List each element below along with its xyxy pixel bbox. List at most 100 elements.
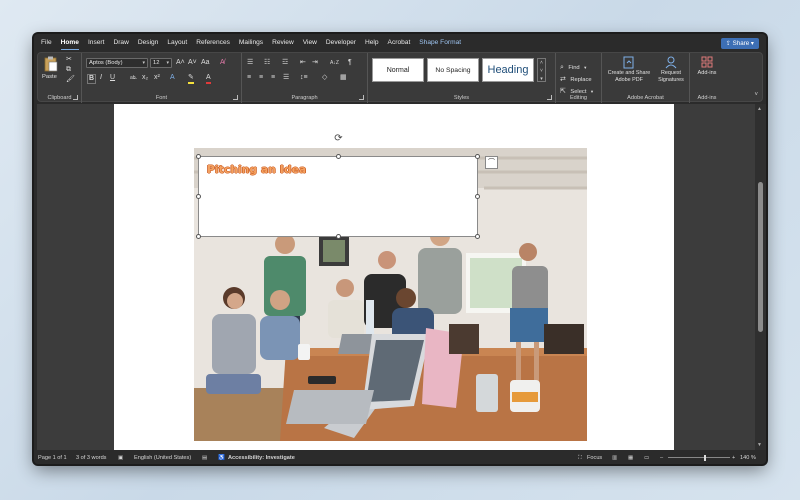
vertical-scrollbar[interactable]: ▲ ▼: [755, 104, 766, 450]
font-size-select[interactable]: 12 ▾: [150, 58, 172, 68]
page-count[interactable]: Page 1 of 1: [38, 452, 67, 464]
resize-handle-top-right[interactable]: [475, 154, 480, 159]
proofing-icon[interactable]: ▣: [118, 452, 123, 464]
resize-handle-bottom-right[interactable]: [475, 234, 480, 239]
zoom-level[interactable]: 140 %: [740, 452, 756, 464]
request-signatures-button[interactable]: Request Signatures: [654, 56, 688, 90]
sort-icon[interactable]: A↓Z: [330, 59, 339, 67]
addins-icon: [701, 56, 713, 68]
resize-handle-top-left[interactable]: [196, 154, 201, 159]
show-marks-icon[interactable]: ¶: [348, 59, 352, 67]
italic-icon[interactable]: I: [100, 74, 102, 82]
line-spacing-icon[interactable]: ↕≡: [300, 74, 308, 82]
justify-icon[interactable]: ☰: [283, 74, 289, 82]
scroll-thumb[interactable]: [758, 182, 763, 332]
scroll-up-icon[interactable]: ▲: [757, 106, 762, 112]
decrease-indent-icon[interactable]: ⇤: [300, 59, 306, 67]
collapse-ribbon-icon[interactable]: ˅: [754, 92, 758, 98]
font-family-select[interactable]: Aptos (Body) ▾: [86, 58, 148, 68]
style-no-spacing[interactable]: No Spacing: [427, 58, 479, 82]
tab-draw[interactable]: Draw: [113, 34, 128, 52]
resize-handle-middle-right[interactable]: [475, 194, 480, 199]
acrobat-group-label: Adobe Acrobat: [627, 95, 664, 101]
multilevel-list-icon[interactable]: ☲: [282, 59, 288, 67]
create-share-pdf-button[interactable]: Create and Share Adobe PDF: [605, 56, 653, 90]
align-right-icon[interactable]: ≡: [271, 74, 275, 82]
tab-help[interactable]: Help: [365, 34, 379, 52]
font-color-icon[interactable]: A: [206, 74, 211, 84]
shrink-font-icon[interactable]: A˅: [188, 59, 197, 67]
textbox-title[interactable]: Pitching an Idea: [207, 164, 306, 176]
tab-insert[interactable]: Insert: [88, 34, 105, 52]
addins-button[interactable]: Add-ins: [693, 56, 721, 76]
language-status[interactable]: English (United States): [134, 452, 191, 464]
align-center-icon[interactable]: ≡: [259, 74, 263, 82]
shading-icon[interactable]: ◇: [322, 74, 327, 82]
paste-button[interactable]: Paste: [42, 56, 60, 86]
resize-handle-top-center[interactable]: [336, 154, 341, 159]
tab-design[interactable]: Design: [138, 34, 159, 52]
bullets-icon[interactable]: ☰: [247, 59, 253, 67]
document-page[interactable]: Pitching an Idea ⟳ ⌒: [114, 104, 674, 450]
subscript-icon[interactable]: x₂: [142, 74, 148, 82]
text-predictions-icon[interactable]: ▤: [202, 452, 207, 464]
share-icon: ⇪: [725, 40, 733, 47]
text-effects-icon[interactable]: A: [170, 74, 175, 82]
cut-icon[interactable]: ✂: [66, 56, 72, 64]
selected-text-box[interactable]: Pitching an Idea: [198, 156, 478, 237]
align-left-icon[interactable]: ≡: [247, 74, 251, 82]
resize-handle-bottom-left[interactable]: [196, 234, 201, 239]
tab-file[interactable]: File: [41, 34, 52, 52]
numbering-icon[interactable]: ☷: [264, 59, 270, 67]
superscript-icon[interactable]: x²: [154, 74, 160, 82]
zoom-slider-thumb[interactable]: [704, 455, 706, 461]
create-pdf-icon: [623, 56, 634, 69]
tab-view[interactable]: View: [303, 34, 317, 52]
tab-acrobat[interactable]: Acrobat: [388, 34, 411, 52]
increase-indent-icon[interactable]: ⇥: [312, 59, 318, 67]
style-normal[interactable]: Normal: [372, 58, 424, 82]
tab-layout[interactable]: Layout: [167, 34, 187, 52]
share-button[interactable]: ⇪ Share ▾: [720, 38, 759, 49]
styles-dialog-launcher[interactable]: [547, 95, 552, 100]
format-painter-icon[interactable]: 🖌: [66, 76, 75, 84]
styles-gallery-scroll[interactable]: ˄ ˅ ▾: [537, 58, 546, 82]
bold-icon[interactable]: B: [87, 74, 97, 84]
font-dialog-launcher[interactable]: [233, 95, 238, 100]
zoom-out-icon[interactable]: –: [660, 452, 663, 464]
tab-references[interactable]: References: [196, 34, 230, 52]
style-normal-label: Normal: [386, 66, 410, 74]
tab-shape-format[interactable]: Shape Format: [419, 34, 461, 52]
resize-handle-bottom-center[interactable]: [336, 234, 341, 239]
paragraph-dialog-launcher[interactable]: [359, 95, 364, 100]
web-layout-icon[interactable]: ▭: [644, 452, 649, 464]
grow-font-icon[interactable]: A˄: [176, 59, 185, 67]
scroll-down-icon[interactable]: ▼: [757, 442, 762, 448]
focus-icon[interactable]: ⛶: [578, 452, 582, 464]
borders-icon[interactable]: ▦: [340, 74, 347, 82]
tab-developer[interactable]: Developer: [326, 34, 356, 52]
copy-icon[interactable]: ⧉: [66, 66, 71, 74]
clipboard-dialog-launcher[interactable]: [73, 95, 78, 100]
style-heading[interactable]: Heading: [482, 58, 534, 82]
styles-group-label: Styles: [453, 95, 470, 101]
read-mode-icon[interactable]: ▥: [612, 452, 617, 464]
word-count[interactable]: 3 of 3 words: [76, 452, 106, 464]
print-layout-icon[interactable]: ▦: [628, 452, 633, 464]
tab-review[interactable]: Review: [272, 34, 294, 52]
zoom-in-icon[interactable]: +: [732, 452, 735, 464]
tab-mailings[interactable]: Mailings: [239, 34, 263, 52]
accessibility-status[interactable]: Accessibility: Investigate: [228, 452, 295, 464]
resize-handle-middle-left[interactable]: [196, 194, 201, 199]
tab-home[interactable]: Home: [60, 34, 80, 52]
status-bar: Page 1 of 1 3 of 3 words ▣ English (Unit…: [34, 452, 766, 464]
layout-options-icon[interactable]: ⌒: [485, 156, 498, 169]
focus-label[interactable]: Focus: [587, 452, 602, 464]
underline-icon[interactable]: U: [110, 74, 115, 82]
strikethrough-icon[interactable]: ab̶: [130, 74, 136, 82]
clear-formatting-icon[interactable]: A̸: [220, 59, 225, 67]
change-case-icon[interactable]: Aa: [201, 59, 210, 67]
highlight-icon[interactable]: ✎: [188, 74, 194, 84]
rotate-handle-icon[interactable]: ⟳: [333, 133, 344, 144]
zoom-slider[interactable]: [668, 457, 730, 458]
